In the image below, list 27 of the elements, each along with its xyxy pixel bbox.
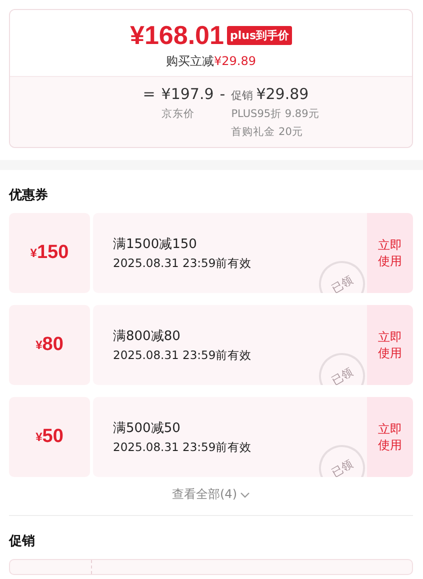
base-price-label: 京东价 xyxy=(161,107,194,121)
promo-label: 促销 xyxy=(231,88,254,103)
coupon-amount: ¥50 xyxy=(9,397,90,477)
coupon-expiry: 2025.08.31 23:59前有效 xyxy=(113,440,253,455)
promo-detail: PLUS95折 9.89元 xyxy=(231,107,320,121)
coupon-expiry: 2025.08.31 23:59前有效 xyxy=(113,256,253,271)
coupon-expiry: 2025.08.31 23:59前有效 xyxy=(113,348,253,363)
section-title: 促销 xyxy=(9,533,36,550)
use-now-button[interactable]: 立即使用 xyxy=(367,213,413,293)
coupon-condition: 满1500减150 xyxy=(113,236,198,253)
promo-detail: 首购礼金 20元 xyxy=(231,125,303,139)
coupon-amount: ¥80 xyxy=(9,305,90,385)
use-now-button[interactable]: 立即使用 xyxy=(367,305,413,385)
coupon-condition: 满500减50 xyxy=(113,420,182,437)
section-title: 优惠券 xyxy=(9,187,49,204)
coupon-condition: 满800减80 xyxy=(113,328,182,345)
equals-sign: = xyxy=(142,85,156,103)
minus-sign: - xyxy=(220,85,226,103)
use-now-button[interactable]: 立即使用 xyxy=(367,397,413,477)
coupon-amount: ¥150 xyxy=(9,213,90,293)
saving-text: 购买立减¥29.89 xyxy=(166,53,256,70)
chevron-down-icon[interactable] xyxy=(240,492,250,498)
plus-price-badge: plus到手价 xyxy=(226,26,292,45)
final-price: ¥168.01 xyxy=(130,20,224,51)
view-all-link[interactable]: 查看全部(4) xyxy=(172,486,237,503)
promo-amount: ¥29.89 xyxy=(256,85,309,103)
base-price: ¥197.9 xyxy=(161,85,214,103)
